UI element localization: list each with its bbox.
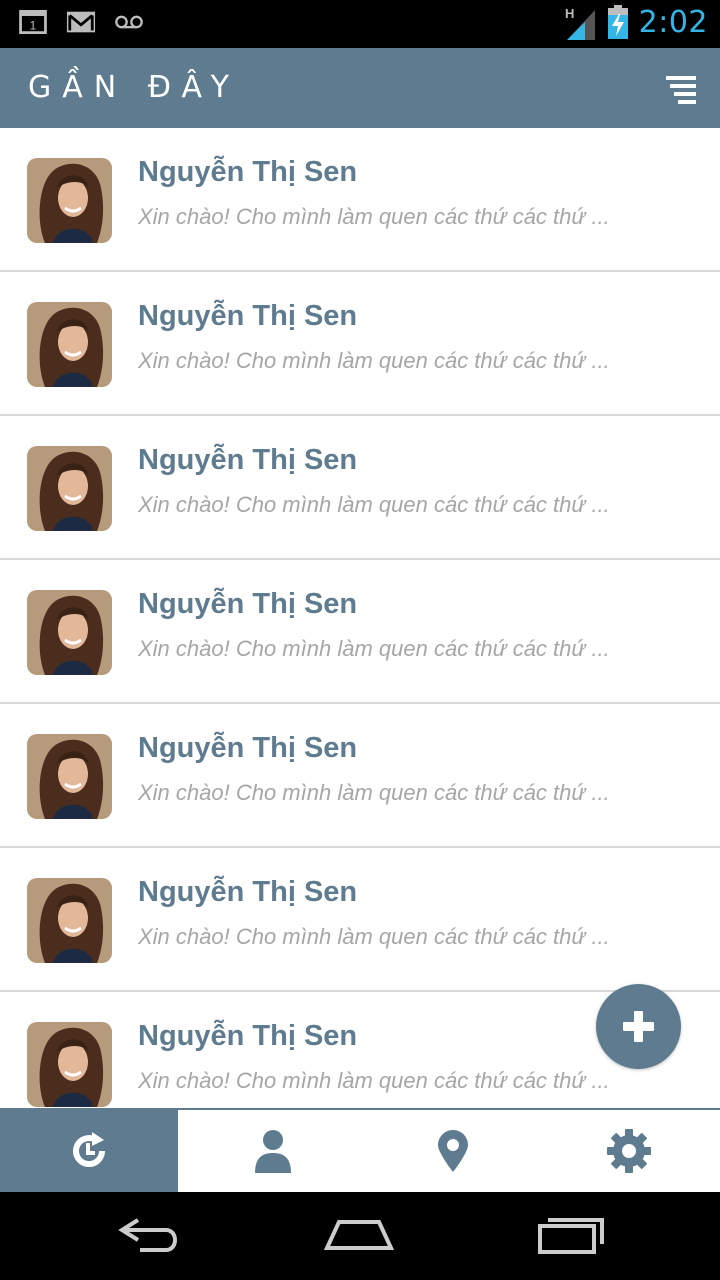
tab-settings[interactable] [538, 1110, 720, 1192]
filter-menu-icon[interactable] [664, 74, 698, 104]
avatar [27, 878, 112, 963]
page-title: GẦN ĐÂY [28, 70, 240, 105]
conversation-row[interactable]: Nguyễn Thị Sen Xin chào! Cho mình làm qu… [0, 848, 720, 992]
avatar [27, 590, 112, 675]
conversation-row[interactable]: Nguyễn Thị Sen Xin chào! Cho mình làm qu… [0, 704, 720, 848]
calendar-icon: 1 [19, 10, 47, 34]
message-preview: Xin chào! Cho mình làm quen các thứ các … [138, 204, 610, 229]
conversation-row[interactable]: Nguyễn Thị Sen Xin chào! Cho mình làm qu… [0, 128, 720, 272]
conversation-row[interactable]: Nguyễn Thị Sen Xin chào! Cho mình làm qu… [0, 272, 720, 416]
gear-icon [607, 1129, 651, 1173]
status-time: 2:02 [638, 4, 708, 40]
message-preview: Xin chào! Cho mình làm quen các thứ các … [138, 348, 610, 373]
battery-charging-icon [607, 5, 628, 39]
avatar [27, 734, 112, 819]
add-button[interactable] [596, 984, 681, 1069]
voicemail-icon [115, 15, 143, 29]
status-bar: 1 H 2:02 [0, 0, 720, 48]
avatar [27, 158, 112, 243]
tab-recent[interactable] [0, 1110, 178, 1192]
avatar [27, 446, 112, 531]
plus-icon [623, 1011, 654, 1042]
conversation-row[interactable]: Nguyễn Thị Sen Xin chào! Cho mình làm qu… [0, 560, 720, 704]
back-icon[interactable] [116, 1214, 182, 1256]
person-icon [255, 1130, 291, 1173]
contact-name: Nguyễn Thị Sen [138, 732, 358, 764]
recent-icon [73, 1132, 105, 1168]
contact-name: Nguyễn Thị Sen [138, 156, 358, 188]
location-pin-icon [438, 1130, 468, 1172]
contact-name: Nguyễn Thị Sen [138, 300, 358, 332]
gmail-icon [66, 11, 96, 33]
message-preview: Xin chào! Cho mình làm quen các thứ các … [138, 1068, 610, 1093]
recent-apps-icon[interactable] [536, 1214, 606, 1256]
conversation-row[interactable]: Nguyễn Thị Sen Xin chào! Cho mình làm qu… [0, 416, 720, 560]
tab-location[interactable] [368, 1110, 538, 1192]
contact-name: Nguyễn Thị Sen [138, 1020, 358, 1052]
message-preview: Xin chào! Cho mình làm quen các thứ các … [138, 780, 610, 805]
contact-name: Nguyễn Thị Sen [138, 444, 358, 476]
svg-text:H: H [565, 6, 574, 21]
contact-name: Nguyễn Thị Sen [138, 876, 358, 908]
conversation-list: Nguyễn Thị Sen Xin chào! Cho mình làm qu… [0, 128, 720, 1108]
signal-icon: H [565, 6, 595, 40]
contact-name: Nguyễn Thị Sen [138, 588, 358, 620]
home-icon[interactable] [323, 1214, 395, 1256]
bottom-tab-bar [0, 1108, 720, 1192]
navigation-bar [0, 1192, 720, 1280]
message-preview: Xin chào! Cho mình làm quen các thứ các … [138, 924, 610, 949]
message-preview: Xin chào! Cho mình làm quen các thứ các … [138, 636, 610, 661]
avatar [27, 1022, 112, 1107]
tab-contacts[interactable] [178, 1110, 368, 1192]
action-bar: GẦN ĐÂY [0, 48, 720, 128]
message-preview: Xin chào! Cho mình làm quen các thứ các … [138, 492, 610, 517]
avatar [27, 302, 112, 387]
svg-text:1: 1 [30, 18, 37, 32]
